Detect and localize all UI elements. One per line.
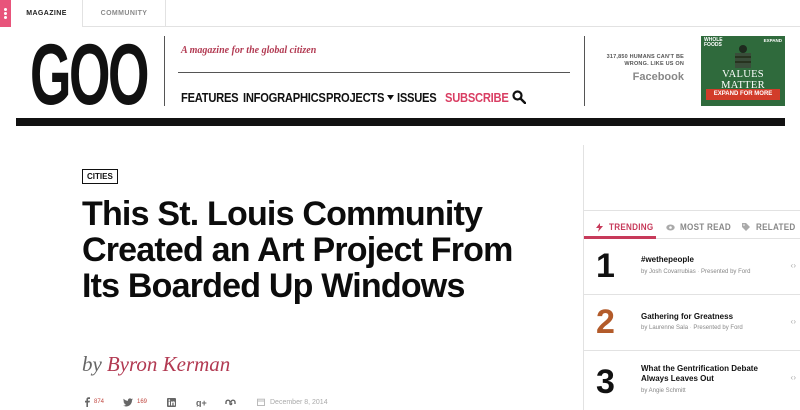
tab-related[interactable]: RELATED xyxy=(742,218,800,236)
trending-title[interactable]: #wethepeople xyxy=(641,255,781,265)
author-link[interactable]: Byron Kerman xyxy=(107,352,230,376)
facebook-promo-line: WRONG. LIKE US ON xyxy=(624,61,684,67)
caret-down-icon xyxy=(386,95,394,100)
trending-meta: by Angie Schmitt xyxy=(641,388,686,394)
linkedin-icon xyxy=(167,397,176,407)
trending-item[interactable]: 1 #wethepeople by Josh Covarrubias · Pre… xyxy=(584,239,800,295)
svg-text:g+: g+ xyxy=(196,398,207,407)
trending-author: by Josh Covarrubias xyxy=(641,269,696,275)
byline: by Byron Kerman xyxy=(82,352,230,377)
ad-expand-button[interactable]: EXPAND FOR MORE xyxy=(706,89,780,100)
trending-item[interactable]: 2 Gathering for Greatness by Laurenne Sa… xyxy=(584,295,800,351)
ad-brand-line: FOODS xyxy=(704,42,722,48)
google-plus-icon: g+ xyxy=(196,398,207,407)
category-tag[interactable]: CITIES xyxy=(82,169,118,184)
byline-prefix: by xyxy=(82,352,102,376)
calendar-icon xyxy=(257,398,265,406)
trending-meta: by Josh Covarrubias · Presented by Ford xyxy=(641,269,751,275)
tab-most-read[interactable]: MOST READ xyxy=(666,218,737,236)
tab-related-label: RELATED xyxy=(756,222,796,232)
good-logo[interactable]: GOOD xyxy=(30,36,150,108)
tag-icon xyxy=(742,223,750,231)
menu-dots-button[interactable] xyxy=(0,0,11,27)
article-headline: This St. Louis Community Created an Art … xyxy=(82,195,513,305)
top-tab-bar: MAGAZINE COMMUNITY xyxy=(0,0,800,27)
ad-figure-icon xyxy=(735,45,751,68)
twitter-share-button[interactable]: 169 xyxy=(123,396,147,408)
publish-date-text: December 8, 2014 xyxy=(270,398,328,406)
trending-item[interactable]: 3 What the Gentrification Debate Always … xyxy=(584,351,800,407)
nav-projects[interactable]: PROJECTS xyxy=(326,90,394,105)
trending-title[interactable]: Gathering for Greatness xyxy=(641,312,781,322)
lightning-icon xyxy=(596,222,603,232)
trending-meta: by Laurenne Sala · Presented by Ford xyxy=(641,325,743,331)
facebook-promo-text: 317,850 HUMANS CAN'T BE WRONG. LIKE US O… xyxy=(592,54,684,68)
nav-projects-label: PROJECTS xyxy=(326,90,385,105)
facebook-promo-line: 317,850 HUMANS CAN'T BE xyxy=(606,54,684,60)
nav-subscribe[interactable]: SUBSCRIBE xyxy=(445,90,509,105)
trending-author: by Laurenne Sala xyxy=(641,325,689,331)
twitter-share-count: 169 xyxy=(137,399,148,405)
sidebar: TRENDING MOST READ RELATED 1 #wethepeopl… xyxy=(583,145,800,410)
search-icon[interactable] xyxy=(512,90,526,104)
facebook-link[interactable]: Facebook xyxy=(596,71,684,83)
share-arrows-icon[interactable]: ‹ › xyxy=(790,373,795,382)
facebook-icon xyxy=(85,397,90,407)
trending-author: by Angie Schmitt xyxy=(641,388,686,394)
trending-sponsor: Presented by Ford xyxy=(693,325,743,331)
nav-features[interactable]: FEATURES xyxy=(181,90,239,105)
dot-icon xyxy=(4,12,7,15)
whole-foods-ad[interactable]: WHOLE FOODS EXPAND VALUES MATTER EXPAND … xyxy=(701,36,785,106)
share-arrows-icon[interactable]: ‹ › xyxy=(790,261,795,270)
rank-number: 2 xyxy=(596,303,615,341)
rank-number: 3 xyxy=(596,363,615,401)
ad-expand-label: EXPAND xyxy=(763,38,782,43)
nav-issues[interactable]: ISSUES xyxy=(397,90,437,105)
ad-brand-logo: WHOLE FOODS xyxy=(704,38,723,48)
publish-date: December 8, 2014 xyxy=(257,396,328,408)
facebook-share-button[interactable]: 874 xyxy=(84,396,104,408)
svg-text:GOOD: GOOD xyxy=(30,36,150,108)
divider xyxy=(584,36,585,106)
stumbleupon-icon xyxy=(225,399,236,406)
divider xyxy=(178,72,570,73)
stumbleupon-share-button[interactable] xyxy=(225,396,236,408)
nav-infographics[interactable]: INFOGRAPHICS xyxy=(243,90,326,105)
dot-icon xyxy=(4,8,7,11)
tagline: A magazine for the global citizen xyxy=(181,45,317,56)
linkedin-share-button[interactable] xyxy=(167,396,176,408)
divider xyxy=(164,36,165,106)
trending-title[interactable]: What the Gentrification Debate Always Le… xyxy=(641,364,781,384)
share-arrows-icon[interactable]: ‹ › xyxy=(790,317,795,326)
facebook-share-count: 874 xyxy=(94,399,105,405)
eye-icon xyxy=(666,224,675,230)
tab-magazine[interactable]: MAGAZINE xyxy=(11,0,82,27)
twitter-icon xyxy=(123,397,133,406)
divider xyxy=(584,210,800,211)
google-plus-share-button[interactable]: g+ xyxy=(196,396,208,408)
trending-sponsor: Presented by Ford xyxy=(701,269,751,275)
tab-most-read-label: MOST READ xyxy=(680,222,732,232)
dot-icon xyxy=(4,16,7,19)
tab-trending-label: TRENDING xyxy=(609,222,654,232)
tab-trending[interactable]: TRENDING xyxy=(596,218,658,236)
header-rule xyxy=(16,118,785,126)
tab-community[interactable]: COMMUNITY xyxy=(82,0,166,27)
rank-number: 1 xyxy=(596,247,615,285)
ad-title: VALUES MATTER xyxy=(721,69,765,91)
